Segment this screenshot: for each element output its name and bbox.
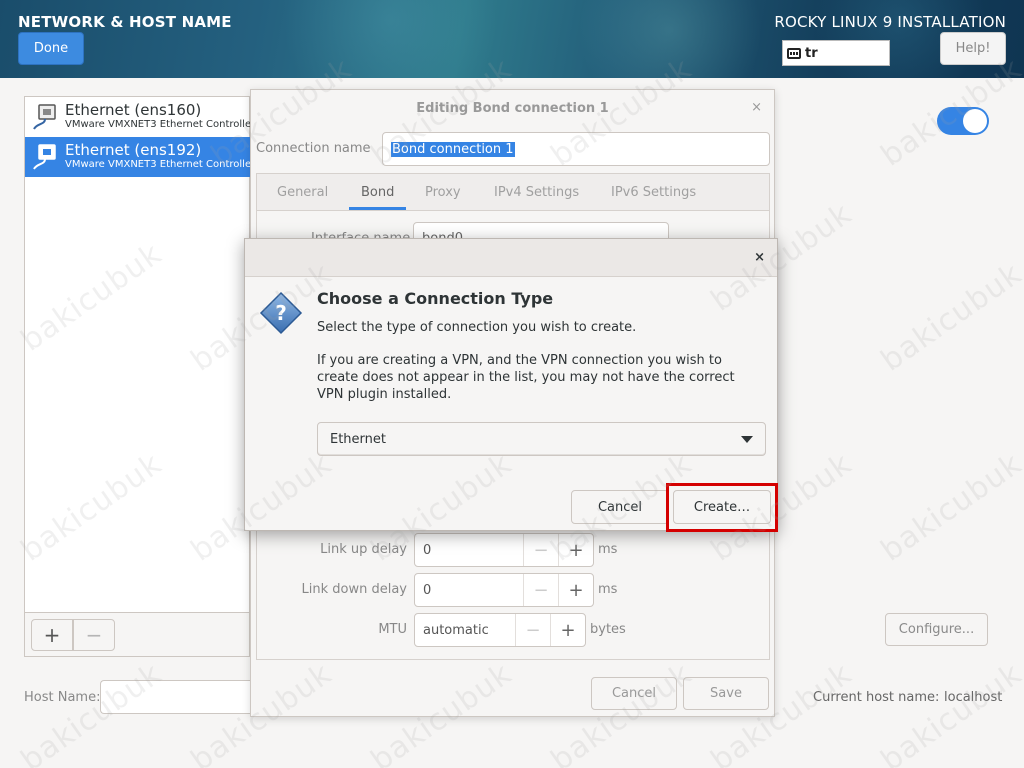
connection-name-label: Connection name [256, 141, 371, 156]
link-up-delay-unit: ms [598, 542, 618, 557]
link-down-delay-spinner[interactable]: 0 − + [414, 573, 594, 607]
device-description: VMware VMXNET3 Ethernet Controller [65, 159, 251, 170]
decrement-button[interactable]: − [515, 614, 550, 646]
header-banner [0, 0, 1024, 78]
device-list: Ethernet (ens160) VMware VMXNET3 Etherne… [24, 96, 251, 657]
mtu-unit: bytes [590, 622, 626, 637]
connection-name-input[interactable]: Bond connection 1 [382, 132, 770, 166]
list-footer: + − [25, 612, 249, 656]
mtu-label: MTU [378, 622, 407, 637]
keyboard-icon [787, 47, 801, 59]
highlight-annotation [666, 483, 778, 532]
list-item-ens160[interactable]: Ethernet (ens160) VMware VMXNET3 Etherne… [25, 97, 251, 137]
settings-tabs: General Bond Proxy IPv4 Settings IPv6 Se… [256, 173, 770, 210]
dialog-subtitle: Select the type of connection you wish t… [317, 320, 637, 335]
install-title: ROCKY LINUX 9 INSTALLATION [774, 13, 1006, 31]
watermark-text: bakicubuk [874, 256, 1024, 379]
current-hostname-label: Current host name: [813, 690, 940, 705]
mtu-spinner[interactable]: automatic − + [414, 613, 586, 647]
dialog-title: Editing Bond connection 1 [416, 100, 609, 116]
cancel-button[interactable]: Cancel [571, 490, 669, 524]
page-title: NETWORK & HOST NAME [18, 13, 232, 31]
increment-button[interactable]: + [558, 534, 593, 566]
tab-general[interactable]: General [277, 174, 328, 210]
selected-connection-type: Ethernet [330, 431, 386, 447]
close-icon[interactable]: × [751, 100, 762, 115]
link-down-delay-label: Link down delay [301, 582, 408, 597]
save-button[interactable]: Save [683, 677, 769, 710]
increment-button[interactable]: + [558, 574, 593, 606]
link-down-delay-unit: ms [598, 582, 618, 597]
current-hostname-value: localhost [944, 690, 1003, 705]
link-up-delay-row: Link up delay 0 − + ms [251, 533, 774, 567]
watermark-text: bakicubuk [874, 446, 1024, 569]
connection-name-value: Bond connection 1 [391, 141, 515, 157]
decrement-button[interactable]: − [523, 574, 558, 606]
tab-ipv4-settings[interactable]: IPv4 Settings [494, 174, 579, 210]
link-up-delay-value[interactable]: 0 [415, 534, 523, 566]
vpn-note: If you are creating a VPN, and the VPN c… [317, 353, 735, 402]
ethernet-icon [33, 104, 56, 130]
chevron-down-icon [741, 436, 753, 443]
help-button[interactable]: Help! [940, 32, 1006, 65]
done-button[interactable]: Done [18, 32, 84, 65]
watermark-text: bakicubuk [874, 656, 1024, 768]
link-down-delay-value[interactable]: 0 [415, 574, 523, 606]
close-icon[interactable]: × [754, 250, 765, 265]
device-name: Ethernet (ens192) [65, 141, 202, 159]
dialog-titlebar: × [245, 239, 777, 277]
tab-bond[interactable]: Bond [348, 174, 407, 210]
svg-text:?: ? [275, 301, 287, 325]
connection-type-select[interactable]: Ethernet [317, 422, 766, 456]
device-description: VMware VMXNET3 Ethernet Controller [65, 119, 251, 130]
tab-proxy[interactable]: Proxy [425, 174, 461, 210]
hostname-input[interactable] [100, 680, 250, 714]
decrement-button[interactable]: − [523, 534, 558, 566]
mtu-row: MTU automatic − + bytes [251, 613, 774, 647]
add-device-button[interactable]: + [31, 619, 73, 651]
mtu-value[interactable]: automatic [415, 614, 515, 646]
device-toggle-switch[interactable] [937, 107, 989, 135]
ethernet-icon [33, 144, 56, 170]
link-down-delay-row: Link down delay 0 − + ms [251, 573, 774, 607]
link-up-delay-spinner[interactable]: 0 − + [414, 533, 594, 567]
list-item-ens192[interactable]: Ethernet (ens192) VMware VMXNET3 Etherne… [25, 137, 251, 177]
remove-device-button[interactable]: − [73, 619, 115, 651]
tab-ipv6-settings[interactable]: IPv6 Settings [611, 174, 696, 210]
link-up-delay-label: Link up delay [320, 542, 407, 557]
increment-button[interactable]: + [550, 614, 585, 646]
keyboard-layout-label: tr [805, 45, 818, 61]
cancel-button[interactable]: Cancel [591, 677, 677, 710]
hostname-label: Host Name: [24, 690, 101, 705]
configure-button[interactable]: Configure... [885, 613, 988, 646]
keyboard-layout-indicator[interactable]: tr [782, 40, 890, 66]
device-name: Ethernet (ens160) [65, 101, 202, 119]
question-icon: ? [259, 291, 303, 335]
dialog-heading: Choose a Connection Type [317, 289, 554, 308]
